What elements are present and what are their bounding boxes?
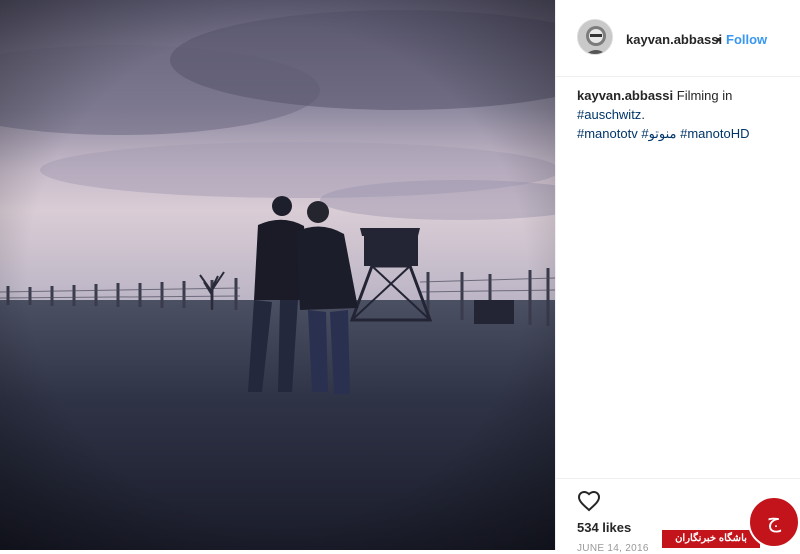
- watermark-logo: باشگاه خبرنگاران ج: [662, 496, 800, 550]
- watermark-text: باشگاه خبرنگاران: [662, 530, 760, 548]
- hashtag-link[interactable]: #auschwitz: [577, 107, 641, 122]
- user-avatar-image: [578, 20, 612, 54]
- header-separator: •: [716, 32, 721, 47]
- post-sidebar: kayvan.abbassi • Follow kayvan.abbassi F…: [555, 0, 800, 554]
- watermark-emblem: ج: [748, 496, 800, 548]
- hashtag-link[interactable]: #manotoHD: [680, 126, 749, 141]
- heart-outline-icon[interactable]: [577, 489, 601, 513]
- post-date: JUNE 14, 2016: [577, 543, 649, 554]
- caption-period: .: [641, 107, 645, 122]
- likes-count[interactable]: 534 likes: [577, 520, 631, 535]
- caption-username[interactable]: kayvan.abbassi: [577, 88, 673, 103]
- hashtag-link[interactable]: #manototv: [577, 126, 638, 141]
- post-header: kayvan.abbassi • Follow: [556, 0, 800, 77]
- avatar[interactable]: [577, 19, 613, 55]
- post-photo[interactable]: [0, 0, 555, 550]
- watermark-glyph: ج: [766, 508, 782, 533]
- post-image: [0, 0, 555, 550]
- hashtag-link[interactable]: #منوتو: [641, 126, 676, 141]
- post-caption: kayvan.abbassi Filming in #auschwitz. #m…: [577, 86, 797, 143]
- caption-text: Filming in: [676, 88, 733, 103]
- follow-button[interactable]: Follow: [726, 32, 767, 47]
- header-username[interactable]: kayvan.abbassi: [626, 32, 722, 47]
